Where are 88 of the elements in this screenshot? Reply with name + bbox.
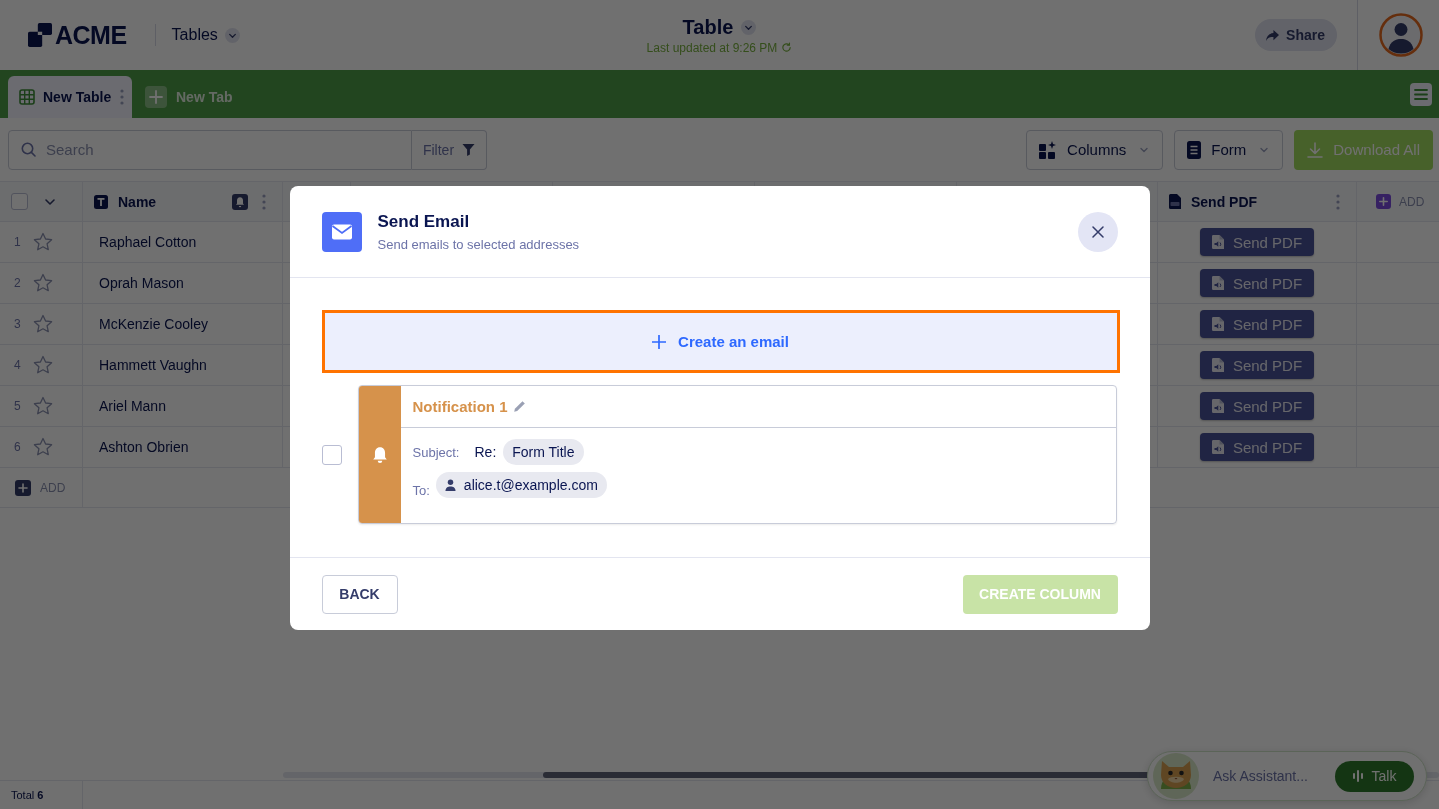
bell-icon[interactable] — [232, 193, 248, 210]
form-button[interactable]: Form — [1174, 129, 1284, 170]
chevron-down-icon — [224, 27, 240, 43]
send-pdf-button[interactable]: Send PDF — [1199, 310, 1315, 338]
recipient-chip: alice.t@example.com — [435, 472, 607, 498]
close-icon — [1091, 225, 1104, 238]
person-icon — [444, 479, 456, 491]
select-all-checkbox[interactable] — [11, 193, 28, 210]
blocks-icon — [1039, 140, 1058, 159]
plus-icon — [652, 334, 667, 349]
subject-chip: Form Title — [503, 439, 584, 465]
assistant-input[interactable]: Ask Assistant... — [1211, 767, 1327, 785]
avatar-icon[interactable] — [1379, 13, 1423, 57]
send-pdf-button[interactable]: Send PDF — [1199, 392, 1315, 420]
back-button[interactable]: BACK — [321, 574, 398, 614]
column-header[interactable]: Send PDF — [1191, 193, 1258, 210]
row-number: 6 — [13, 440, 22, 454]
file-icon — [1211, 235, 1224, 249]
file-icon — [1211, 440, 1224, 454]
cat-icon[interactable] — [1153, 753, 1199, 799]
row-number: 4 — [13, 358, 22, 372]
create-email-button[interactable]: Create an email — [321, 310, 1120, 373]
page-title: Table — [682, 15, 734, 39]
subject-label: Subject: — [412, 444, 460, 460]
pencil-icon[interactable] — [512, 400, 526, 413]
menu-icon[interactable] — [1410, 82, 1432, 106]
envelope-icon — [321, 211, 362, 252]
refresh-icon — [781, 42, 793, 53]
filter-button[interactable]: Filter — [412, 129, 487, 170]
download-all-button[interactable]: Download All — [1294, 129, 1433, 170]
table-tab[interactable]: New Table — [8, 76, 132, 118]
send-pdf-button[interactable]: Send PDF — [1199, 228, 1315, 256]
modal-subtitle: Send emails to selected addresses — [377, 236, 580, 252]
logo-text: ACME — [55, 20, 127, 50]
file-icon — [1211, 358, 1224, 372]
table-cell: Ariel Mann — [99, 398, 166, 414]
dots-icon[interactable] — [262, 193, 266, 210]
last-updated-text: Last updated at 9:26 PM — [646, 40, 778, 55]
new-tab-button[interactable]: New Tab — [145, 76, 233, 118]
search-icon — [21, 142, 36, 157]
file-icon — [1169, 194, 1181, 209]
file-icon — [1211, 399, 1224, 413]
row-number: 5 — [13, 399, 22, 413]
workspace-dropdown[interactable]: Tables — [171, 24, 240, 46]
table-cell: Raphael Cotton — [99, 234, 197, 250]
columns-button[interactable]: Columns — [1026, 129, 1164, 170]
star-icon[interactable] — [33, 232, 53, 252]
modal-title: Send Email — [377, 211, 471, 232]
star-icon[interactable] — [33, 437, 53, 457]
send-pdf-button[interactable]: Send PDF — [1199, 433, 1315, 461]
bell-icon — [370, 445, 389, 464]
chevron-down-icon[interactable] — [741, 19, 757, 35]
document-icon — [1187, 140, 1202, 159]
subject-prefix: Re: — [474, 444, 497, 460]
grid-icon — [19, 89, 35, 105]
send-pdf-button[interactable]: Send PDF — [1199, 269, 1315, 297]
file-icon — [1211, 317, 1224, 331]
notification-card[interactable]: Notification 1 Subject: Re: Form Title To: alice.t@example.com — [357, 385, 1117, 524]
star-icon[interactable] — [33, 396, 53, 416]
notification-checkbox[interactable] — [321, 444, 342, 465]
star-icon[interactable] — [33, 273, 53, 293]
share-button[interactable]: Share — [1255, 19, 1337, 51]
row-number: 2 — [13, 276, 22, 290]
sound-bars-icon — [1352, 770, 1363, 782]
column-header[interactable]: Name — [118, 193, 157, 210]
star-icon[interactable] — [33, 314, 53, 334]
file-icon — [1211, 276, 1224, 290]
share-icon — [1265, 28, 1281, 42]
dots-icon[interactable] — [120, 89, 124, 105]
row-number: 3 — [13, 317, 22, 331]
total-count: Total 6 — [11, 789, 44, 801]
send-pdf-button[interactable]: Send PDF — [1199, 351, 1315, 379]
star-icon[interactable] — [33, 355, 53, 375]
to-label: To: — [412, 483, 430, 498]
dots-icon[interactable] — [1336, 193, 1340, 210]
table-cell: McKenzie Cooley — [99, 316, 208, 332]
logo-icon — [28, 23, 52, 47]
notification-title: Notification 1 — [412, 398, 508, 415]
table-cell: Oprah Mason — [99, 275, 184, 291]
filter-icon — [462, 143, 476, 156]
talk-button[interactable]: Talk — [1335, 760, 1414, 792]
table-cell: Ashton Obrien — [99, 439, 189, 455]
plus-icon — [15, 479, 31, 496]
table-cell: Hammett Vaughn — [99, 357, 207, 373]
row-number: 1 — [13, 235, 22, 249]
plus-icon — [1376, 194, 1391, 209]
text-type-icon — [94, 194, 108, 209]
download-icon — [1307, 141, 1324, 158]
